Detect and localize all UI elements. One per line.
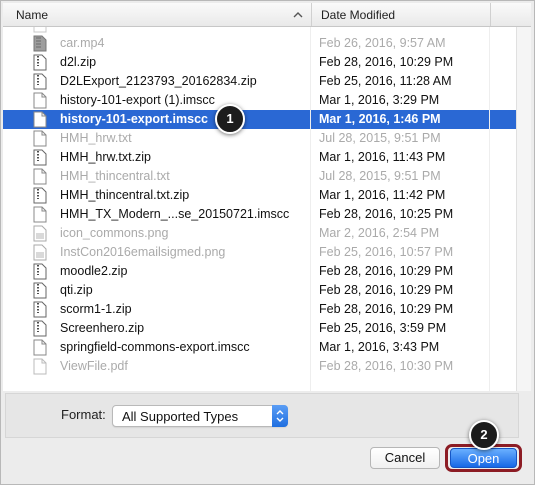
selected-list-item[interactable]: history-101-export.imscc Mar 1, 2016, 1:4… (3, 110, 531, 129)
column-divider (489, 27, 490, 391)
document-icon (33, 130, 47, 147)
format-label: Format: (61, 407, 106, 422)
file-name: d2l.zip (60, 55, 97, 69)
file-name: HMH_TX_Modern_...se_20150721.imscc (60, 207, 290, 221)
file-date: Jul 28, 2015, 9:51 PM (319, 131, 441, 145)
file-list: car.mp4 Feb 26, 2016, 9:57 AM d2l.zip Feb 2… (3, 27, 531, 391)
file-name: ViewFile.pdf (60, 359, 128, 373)
file-date: Mar 1, 2016, 3:43 PM (319, 340, 440, 354)
file-name: InstCon2016emailsigmed.png (60, 245, 226, 259)
list-item[interactable]: scorm1-1.zipFeb 28, 2016, 10:29 PM40 (3, 300, 531, 319)
list-item[interactable]: HMH_hrw.txt.zipMar 1, 2016, 11:43 PM54 (3, 148, 531, 167)
list-item[interactable]: ViewFile.pdf Feb 28, 2016, 10:30 PM (3, 357, 531, 376)
zip-file-icon (33, 301, 47, 318)
cancel-button[interactable]: Cancel (370, 447, 440, 469)
list-item[interactable]: HMH_TX_Modern_...se_20150721.imscc Feb 28… (3, 205, 531, 224)
step-callout-1: 1 (215, 104, 245, 134)
list-item[interactable]: history-101-export (1).imscc Mar 1, 2016,… (3, 91, 531, 110)
file-date: Mar 1, 2016, 1:46 PM (319, 112, 441, 126)
list-item[interactable]: qti.zipFeb 28, 2016, 10:29 PM52 (3, 281, 531, 300)
select-stepper-icon[interactable] (272, 405, 288, 427)
zip-file-icon (33, 320, 47, 337)
pdf-file-icon (33, 358, 47, 375)
vertical-scrollbar[interactable] (516, 27, 531, 391)
list-item[interactable]: d2l.zipFeb 28, 2016, 10:29 PM42 (3, 53, 531, 72)
step-callout-2: 2 (469, 420, 499, 450)
file-date: Feb 28, 2016, 10:29 PM (319, 283, 454, 297)
file-date: Feb 25, 2016, 3:59 PM (319, 321, 447, 335)
file-date: Jul 28, 2015, 9:51 PM (319, 169, 441, 183)
list-item[interactable]: HMH_hrw.txt Jul 28, 2015, 9:51 PM (3, 129, 531, 148)
file-date: Feb 26, 2016, 9:57 AM (319, 36, 446, 50)
file-date: Feb 25, 2016, 11:28 AM (319, 74, 452, 88)
file-date: Feb 28, 2016, 10:25 PM (319, 207, 454, 221)
file-date: Feb 28, 2016, 10:29 PM (319, 302, 454, 316)
file-date: Feb 25, 2016, 10:57 PM (319, 245, 454, 259)
zip-file-icon (33, 263, 47, 280)
document-icon (33, 111, 47, 128)
document-icon (33, 92, 47, 109)
list-item[interactable]: car.mp4 Feb 26, 2016, 9:57 AM (3, 34, 531, 53)
file-name: history-101-export.imscc (60, 112, 208, 126)
video-file-icon (33, 35, 47, 52)
zip-file-icon (33, 73, 47, 90)
open-file-dialog: Name Date Modified car.mp4 Feb 26, 2016, … (0, 0, 535, 485)
file-name: D2LExport_2123793_20162834.zip (60, 74, 257, 88)
size-column-header[interactable] (492, 3, 531, 26)
date-modified-column-header[interactable]: Date Modified (313, 3, 491, 26)
column-divider (310, 27, 311, 391)
clipped-list-item (3, 27, 531, 34)
open-button[interactable]: Open (450, 448, 517, 468)
file-name: springfield-commons-export.imscc (60, 340, 250, 354)
list-item[interactable]: InstCon2016emailsigmed.png Feb 25, 2016, … (3, 243, 531, 262)
list-item[interactable]: Screenhero.zip Feb 25, 2016, 3:59 PM (3, 319, 531, 338)
file-date: Mar 2, 2016, 2:54 PM (319, 226, 440, 240)
list-item[interactable]: D2LExport_2123793_20162834.zip Feb 25, 20… (3, 72, 531, 91)
zip-file-icon (33, 187, 47, 204)
file-date: Feb 28, 2016, 10:29 PM (319, 55, 454, 69)
file-name: moodle2.zip (60, 264, 128, 278)
format-select-value: All Supported Types (122, 409, 239, 424)
file-name: history-101-export (1).imscc (60, 93, 215, 107)
file-date: Feb 28, 2016, 10:30 PM (319, 359, 454, 373)
file-date: Mar 1, 2016, 11:42 PM (319, 188, 446, 202)
list-item[interactable]: HMH_thincentral.txt Jul 28, 2015, 9:51 PM (3, 167, 531, 186)
zip-file-icon (33, 54, 47, 71)
file-name: HMH_hrw.txt (60, 131, 132, 145)
file-date: Mar 1, 2016, 11:43 PM (319, 150, 446, 164)
document-icon (33, 206, 47, 223)
file-date: Mar 1, 2016, 3:29 PM (319, 93, 440, 107)
name-column-label: Name (16, 8, 49, 22)
list-item[interactable]: moodle2.zipFeb 28, 2016, 10:29 PM18 (3, 262, 531, 281)
list-item[interactable]: springfield-commons-export.imscc Mar 1, 2… (3, 338, 531, 357)
document-icon (33, 339, 47, 356)
file-name: scorm1-1.zip (60, 302, 132, 316)
file-name: icon_commons.png (60, 226, 169, 240)
document-icon (33, 168, 47, 185)
date-modified-column-label: Date Modified (321, 8, 396, 22)
zip-file-icon (33, 149, 47, 166)
file-name: car.mp4 (60, 36, 105, 50)
document-icon (33, 27, 47, 33)
zip-file-icon (33, 282, 47, 299)
file-name: qti.zip (60, 283, 93, 297)
image-file-icon (33, 225, 47, 242)
file-date: Feb 28, 2016, 10:29 PM (319, 264, 454, 278)
image-file-icon (33, 244, 47, 261)
file-name: HMH_hrw.txt.zip (60, 150, 151, 164)
format-select[interactable]: All Supported Types (112, 405, 288, 427)
file-name: HMH_thincentral.txt.zip (60, 188, 190, 202)
name-column-header[interactable]: Name (3, 3, 312, 26)
file-name: Screenhero.zip (60, 321, 145, 335)
chevron-up-icon[interactable] (292, 9, 304, 21)
column-header-bar: Name Date Modified (3, 3, 531, 27)
list-item[interactable]: icon_commons.pngMar 2, 2016, 2:54 PM28 (3, 224, 531, 243)
file-name: HMH_thincentral.txt (60, 169, 170, 183)
list-item[interactable]: HMH_thincentral.txt.zip Mar 1, 2016, 11:4… (3, 186, 531, 205)
